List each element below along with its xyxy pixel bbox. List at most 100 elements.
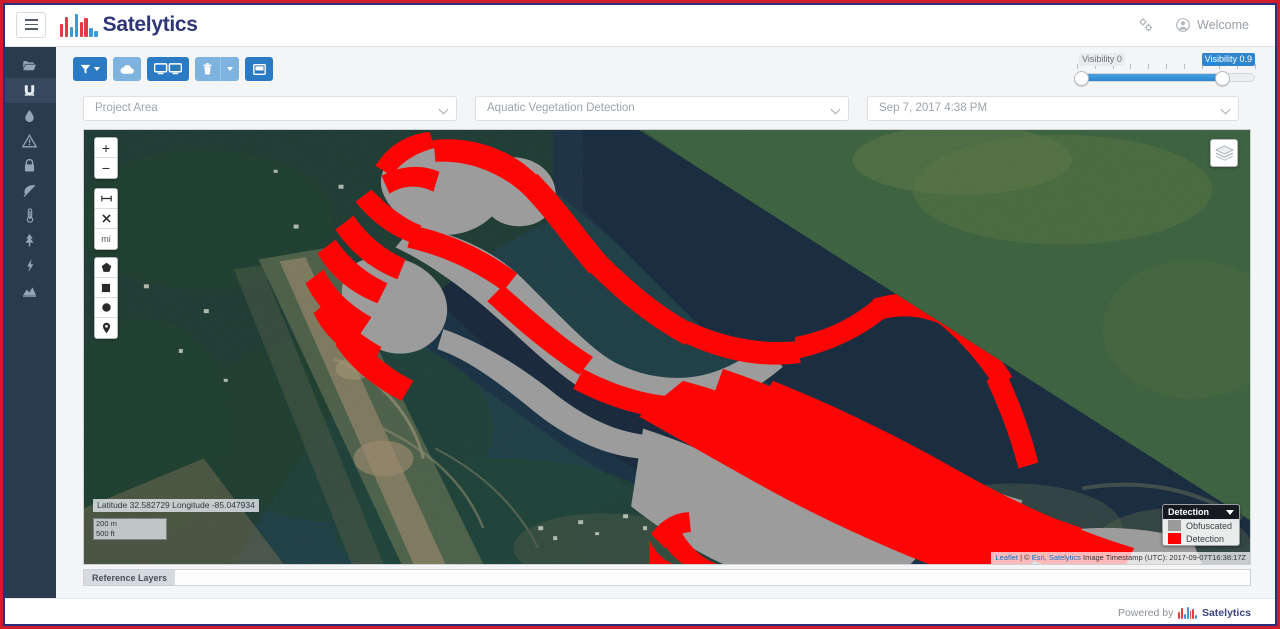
visibility-slider[interactable]: Visibility 0 Visibility 0.9 xyxy=(1074,53,1256,87)
slider-handle-max[interactable] xyxy=(1215,70,1231,86)
leaf-icon xyxy=(23,184,36,197)
legend-item-obfuscated: Obfuscated xyxy=(1163,519,1239,532)
draw-polygon-button[interactable] xyxy=(95,258,117,278)
chevron-down-icon xyxy=(830,104,841,114)
main-panel: Visibility 0 Visibility 0.9 Project Area… xyxy=(56,47,1277,604)
coordinate-readout: Latitude 32.582729 Longitude -85.047934 xyxy=(93,499,259,512)
zoom-control: + − xyxy=(94,137,118,179)
draw-marker-button[interactable] xyxy=(95,318,117,338)
ruler-icon xyxy=(100,195,112,202)
map-attribution: Leaflet | © Esri, Satelytics Image Times… xyxy=(991,552,1250,564)
toolbar-button-group xyxy=(73,57,273,81)
polygon-icon xyxy=(101,262,111,272)
zoom-in-button[interactable]: + xyxy=(95,138,117,158)
legend-header[interactable]: Detection xyxy=(1163,505,1239,519)
welcome-label: Welcome xyxy=(1197,17,1249,32)
attribution-timestamp: Image Timestamp (UTC): 2017-09-07T16:38:… xyxy=(1080,553,1246,562)
delete-dropdown-button[interactable] xyxy=(220,57,239,81)
date-select[interactable]: Sep 7, 2017 4:38 PM xyxy=(867,95,1239,121)
chart-icon xyxy=(23,287,36,297)
analysis-select[interactable]: Aquatic Vegetation Detection xyxy=(475,95,849,121)
funnel-icon xyxy=(80,64,91,74)
slider-fill xyxy=(1078,74,1230,81)
sidebar-item-energy[interactable] xyxy=(3,253,56,278)
sidebar-item-vegetation[interactable] xyxy=(3,178,56,203)
scale-imperial: 500 ft xyxy=(93,529,167,540)
legend-item-detection: Detection xyxy=(1163,532,1239,545)
tree-icon xyxy=(25,234,34,247)
reference-layers-bar: Reference Layers xyxy=(83,569,1251,586)
draw-circle-button[interactable] xyxy=(95,298,117,318)
draw-control xyxy=(94,257,118,339)
layers-control-button[interactable] xyxy=(1210,139,1238,167)
dual-screen-icon xyxy=(154,63,182,75)
cancel-x-icon xyxy=(101,214,111,223)
sidebar-item-forestry[interactable] xyxy=(3,228,56,253)
user-menu[interactable]: Welcome xyxy=(1176,18,1249,32)
trash-icon xyxy=(203,63,212,75)
measure-distance-button[interactable] xyxy=(95,189,117,209)
app-footer: Powered by Satelytics xyxy=(3,598,1277,626)
scale-control: 200 m 500 ft xyxy=(93,518,167,540)
cloud-icon xyxy=(120,64,134,74)
sidebar-item-temperature[interactable] xyxy=(3,203,56,228)
measure-units-button[interactable]: mi xyxy=(95,229,117,249)
warning-triangle-icon xyxy=(22,133,37,147)
sidebar-item-magnet[interactable] xyxy=(3,78,56,103)
delete-split-button xyxy=(195,57,239,81)
layers-stack-icon xyxy=(1214,145,1234,161)
user-avatar-icon xyxy=(1176,17,1191,32)
zoom-out-button[interactable]: − xyxy=(95,158,117,178)
brand-name: Satelytics xyxy=(102,12,198,36)
slider-min-label: Visibility 0 xyxy=(1079,53,1125,66)
scale-metric: 200 m xyxy=(93,518,167,529)
chevron-down-icon xyxy=(227,67,233,71)
left-sidebar xyxy=(3,47,56,604)
powered-by-label: Powered by xyxy=(1117,606,1174,619)
circle-icon xyxy=(101,303,111,312)
draw-rectangle-button[interactable] xyxy=(95,278,117,298)
sidebar-item-security[interactable] xyxy=(3,153,56,178)
sidebar-item-analytics[interactable] xyxy=(3,278,56,303)
slider-track[interactable] xyxy=(1074,70,1255,86)
map-legend: Detection Obfuscated Detection xyxy=(1162,504,1240,546)
esri-link[interactable]: Esri, Satelytics xyxy=(1032,553,1081,562)
chevron-down-icon xyxy=(438,104,449,114)
filter-button[interactable] xyxy=(73,57,107,81)
legend-swatch xyxy=(1168,533,1181,544)
app-header: Satelytics Welcome xyxy=(3,3,1277,47)
lock-icon xyxy=(24,158,35,172)
map-container[interactable]: + − mi Latitude 32.582729 Longitude -85.… xyxy=(83,129,1251,565)
measure-cancel-button[interactable] xyxy=(95,209,117,229)
brand-logo[interactable]: Satelytics xyxy=(60,13,198,37)
sidebar-item-alerts[interactable] xyxy=(3,128,56,153)
chevron-down-icon xyxy=(94,67,100,71)
date-value: Sep 7, 2017 4:38 PM xyxy=(879,102,988,114)
folder-open-icon xyxy=(23,61,36,71)
satelytics-mark-icon xyxy=(1178,606,1197,619)
legend-swatch xyxy=(1168,520,1181,531)
attribution-separator: | © xyxy=(1018,553,1032,562)
map-imagery xyxy=(84,130,1250,564)
chevron-down-icon xyxy=(1226,509,1234,515)
slider-handle-min[interactable] xyxy=(1074,70,1089,86)
map-toolbar: Visibility 0 Visibility 0.9 xyxy=(56,47,1277,91)
project-area-select[interactable]: Project Area xyxy=(83,95,457,121)
application-window: Satelytics Welcome Visibility 0 Visibili… xyxy=(0,0,1280,629)
settings-gear-icon[interactable] xyxy=(1138,17,1154,33)
sidebar-item-projects[interactable] xyxy=(3,53,56,78)
hamburger-icon[interactable] xyxy=(16,11,46,38)
sidebar-item-water-quality[interactable] xyxy=(3,103,56,128)
chevron-down-icon xyxy=(1220,104,1231,114)
compare-button[interactable] xyxy=(147,57,189,81)
header-actions: Welcome xyxy=(1138,17,1249,33)
rectangle-icon xyxy=(101,283,111,292)
leaflet-link[interactable]: Leaflet xyxy=(995,553,1018,562)
magnet-icon xyxy=(24,85,35,96)
footer-brand: Satelytics xyxy=(1201,606,1251,619)
cloud-button[interactable] xyxy=(113,57,141,81)
report-button[interactable] xyxy=(245,57,273,81)
delete-button[interactable] xyxy=(195,57,220,81)
reference-layers-tab[interactable]: Reference Layers xyxy=(84,570,176,585)
slider-max-label: Visibility 0.9 xyxy=(1201,53,1255,66)
